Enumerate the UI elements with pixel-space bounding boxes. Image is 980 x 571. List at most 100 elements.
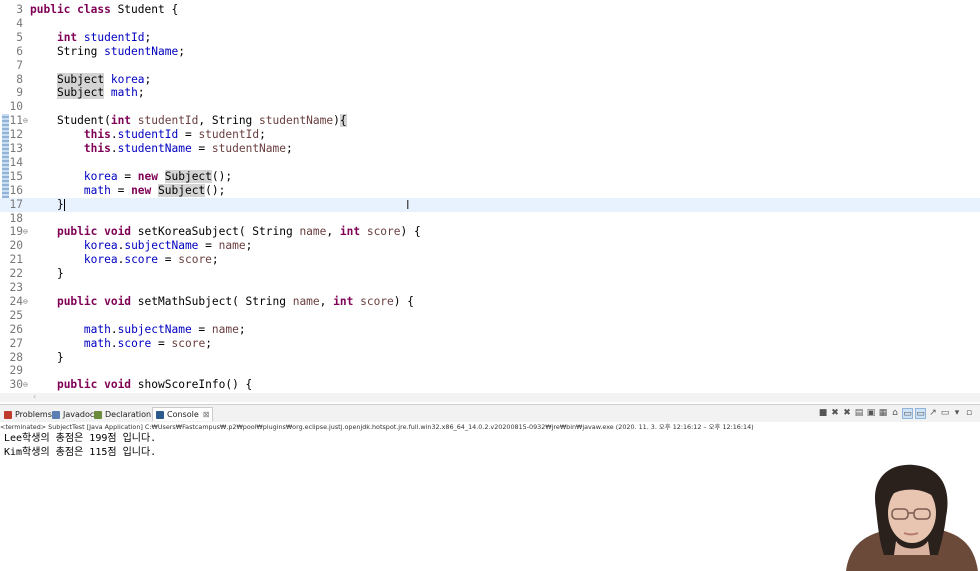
code-line[interactable]: 13 this.studentName = studentName; xyxy=(0,142,980,156)
tab-javadoc[interactable]: Javadoc xyxy=(52,408,94,421)
code-token: korea xyxy=(110,72,145,86)
code-text: } xyxy=(30,351,64,365)
line-number: 8 xyxy=(16,72,23,86)
display-console-icon[interactable]: ▭ xyxy=(940,408,950,418)
scroll-lock-icon[interactable]: ▣ xyxy=(866,408,876,418)
code-token: ) xyxy=(333,114,340,128)
code-line[interactable]: 10 xyxy=(0,100,980,114)
fold-toggle-icon[interactable]: ⊖ xyxy=(23,378,28,392)
code-line[interactable]: 30 ⊖ public void showScoreInfo() { xyxy=(0,378,980,392)
fold-toggle-icon[interactable]: ⊖ xyxy=(23,114,28,128)
code-token: . xyxy=(110,336,118,350)
code-token: setKoreaSubject( String xyxy=(137,225,300,239)
code-token: setMathSubject( String xyxy=(137,294,293,308)
code-text: Subject math; xyxy=(30,86,145,100)
code-line[interactable]: 12 this.studentId = studentId; xyxy=(0,128,980,142)
code-line[interactable]: 21 korea.score = score; xyxy=(0,253,980,267)
horizontal-scrollbar[interactable]: ‹ xyxy=(0,392,980,402)
code-token: math xyxy=(110,86,138,100)
code-token: ; xyxy=(238,322,246,336)
clear-console-icon[interactable]: ▤ xyxy=(854,408,864,418)
pin-console-icon[interactable]: ⌂ xyxy=(890,408,900,418)
close-tab-icon[interactable]: ⊠ xyxy=(203,410,210,419)
code-token: name xyxy=(299,225,327,239)
code-line[interactable]: 29 xyxy=(0,364,980,378)
code-line[interactable]: 28 } xyxy=(0,351,980,365)
code-line[interactable]: 16 math = new Subject(); xyxy=(0,183,980,198)
code-line[interactable]: 3 public class Student { xyxy=(0,3,980,17)
code-token: int xyxy=(333,294,361,308)
remove-launch-icon[interactable]: ✖ xyxy=(830,408,840,418)
code-line[interactable]: 24 ⊖ public void setMathSubject( String n… xyxy=(0,295,980,309)
code-token: . xyxy=(110,322,118,336)
line-number: 11 xyxy=(9,114,23,128)
code-text: String studentName; xyxy=(30,45,185,59)
code-line[interactable]: 22 } xyxy=(0,267,980,281)
code-line[interactable]: 5 int studentId; xyxy=(0,31,980,45)
maximize-icon[interactable]: ▫ xyxy=(964,408,974,418)
code-text: Student(int studentId, String studentNam… xyxy=(30,114,347,128)
code-token: } xyxy=(30,267,64,281)
code-token: studentName xyxy=(211,142,286,155)
code-line[interactable]: 6 String studentName; xyxy=(0,45,980,59)
terminate-icon[interactable]: ■ xyxy=(818,408,828,418)
code-line[interactable]: 14 xyxy=(0,156,980,170)
code-token: score xyxy=(360,294,394,308)
console-output-line: Lee학생의 총점은 199점 입니다. xyxy=(4,433,157,444)
code-token: score xyxy=(178,253,212,267)
code-line[interactable]: 7 xyxy=(0,59,980,73)
code-line[interactable]: 15 korea = new Subject(); xyxy=(0,169,980,184)
code-line[interactable]: 23 xyxy=(0,281,980,295)
console-output[interactable]: Lee학생의 총점은 199점 입니다. Kim학생의 총점은 115점 입니다… xyxy=(0,432,980,571)
show-on-stderr-icon[interactable]: ▭ xyxy=(915,408,926,419)
code-line[interactable]: 8 Subject korea; xyxy=(0,72,980,87)
fold-toggle-icon[interactable]: ⊖ xyxy=(23,295,28,309)
code-token: Subject xyxy=(164,169,212,183)
problems-icon xyxy=(4,410,12,419)
tab-console[interactable]: Console ⊠ xyxy=(152,407,214,421)
tab-problems[interactable]: Problems xyxy=(4,408,52,421)
minimize-icon[interactable]: ▾ xyxy=(952,408,962,418)
code-token: name xyxy=(292,294,320,308)
code-token: ) { xyxy=(393,294,414,308)
code-line[interactable]: 17 } xyxy=(0,197,980,212)
code-line[interactable]: 27 math.score = score; xyxy=(0,337,980,351)
code-line[interactable]: 20 korea.subjectName = name; xyxy=(0,239,980,253)
tab-label: Declaration xyxy=(105,410,152,419)
code-line[interactable]: 26 math.subjectName = name; xyxy=(0,323,980,337)
code-text: math.subjectName = name; xyxy=(30,323,246,337)
fold-toggle-icon[interactable]: ⊖ xyxy=(23,225,28,239)
code-line[interactable]: 19 ⊖ public void setKoreaSubject( String … xyxy=(0,225,980,239)
code-line[interactable]: 9 Subject math; xyxy=(0,86,980,100)
line-number: 6 xyxy=(16,44,23,58)
line-number: 25 xyxy=(9,308,23,322)
code-line[interactable]: 4 xyxy=(0,17,980,31)
show-on-stdout-icon[interactable]: ▭ xyxy=(902,408,913,419)
code-token: math xyxy=(83,183,111,197)
code-token: score xyxy=(171,336,206,350)
tab-declaration[interactable]: Declaration xyxy=(94,408,151,421)
code-token: ; xyxy=(144,72,152,86)
code-line[interactable]: 18 xyxy=(0,212,980,226)
word-wrap-icon[interactable]: ▦ xyxy=(878,408,888,418)
code-token: new xyxy=(137,169,165,183)
line-number: 9 xyxy=(16,86,23,100)
open-console-icon[interactable]: ↗ xyxy=(928,408,938,418)
code-text: int studentId; xyxy=(30,31,151,45)
scroll-left-icon[interactable]: ‹ xyxy=(33,392,36,401)
code-token: } xyxy=(30,197,64,211)
code-line[interactable]: 25 xyxy=(0,309,980,323)
line-number: 21 xyxy=(9,253,23,267)
code-editor[interactable]: 3 public class Student {4 5 int studentId;… xyxy=(0,0,980,393)
code-token: korea xyxy=(83,169,118,183)
code-token: (); xyxy=(211,169,233,183)
code-line[interactable]: 11 ⊖ Student(int studentId, String studen… xyxy=(0,114,980,128)
remove-all-icon[interactable]: ✖ xyxy=(842,408,852,418)
line-number: 17 xyxy=(9,197,23,211)
code-token: score xyxy=(366,225,401,239)
